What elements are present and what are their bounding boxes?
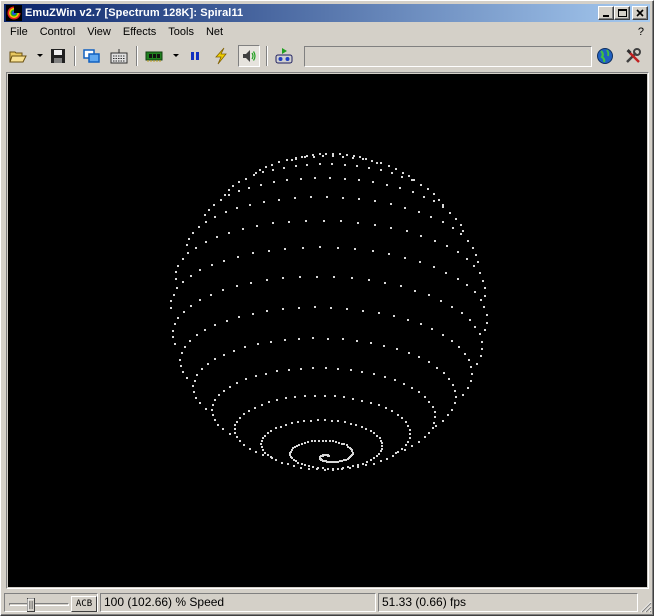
copy-windows-icon (83, 49, 100, 63)
dropdown-arrow-icon (37, 54, 43, 57)
turbo-button[interactable] (210, 45, 232, 67)
resize-grip-icon[interactable] (638, 599, 652, 613)
globe-icon (597, 48, 613, 64)
title-bar[interactable]: EmuZWin v2.7 [Spectrum 128K]: Spiral11 (4, 4, 650, 22)
minimize-icon (603, 15, 609, 17)
close-button[interactable] (632, 6, 648, 20)
spiral-sphere (170, 153, 488, 471)
toolbar-separator (136, 46, 138, 66)
menu-file[interactable]: File (4, 24, 34, 41)
tape-play-button[interactable] (273, 45, 295, 67)
save-disk-icon (51, 49, 65, 63)
acb-button[interactable]: ACB (71, 596, 97, 612)
window-title: EmuZWin v2.7 [Spectrum 128K]: Spiral11 (25, 7, 244, 19)
status-bar: ACB 100 (102.66) % Speed 51.33 (0.66) fp… (4, 592, 652, 613)
menu-view[interactable]: View (81, 24, 117, 41)
network-button[interactable] (594, 45, 616, 67)
close-icon (636, 9, 644, 17)
maximize-button[interactable] (614, 6, 630, 20)
keyboard-button[interactable] (108, 45, 130, 67)
maximize-icon (618, 9, 627, 17)
emuzwin-rainbow-icon[interactable] (6, 5, 22, 21)
pause-button[interactable] (184, 45, 206, 67)
minimize-button[interactable] (598, 6, 614, 20)
menu-help[interactable]: ? (638, 23, 644, 42)
copy-button[interactable] (81, 45, 103, 67)
toolbar-separator (266, 46, 268, 66)
spectrum-display[interactable] (8, 74, 647, 587)
volume-pane: ACB (4, 593, 98, 612)
keyboard-icon (110, 49, 128, 64)
memory-dropdown[interactable] (172, 45, 180, 67)
open-button[interactable] (7, 45, 29, 67)
caption-buttons (598, 6, 648, 20)
toolbar (4, 43, 650, 70)
display-frame (6, 72, 649, 589)
memory-button[interactable] (143, 45, 165, 67)
toolbar-separator (74, 46, 76, 66)
menu-control[interactable]: Control (34, 24, 81, 41)
menu-tools[interactable]: Tools (162, 24, 200, 41)
speaker-icon (243, 50, 256, 62)
tools-icon (626, 48, 641, 63)
settings-button[interactable] (622, 45, 644, 67)
dropdown-arrow-icon (173, 54, 179, 57)
volume-slider-thumb[interactable] (27, 598, 35, 612)
speed-indicator: 100 (102.66) % Speed (100, 593, 376, 612)
menu-effects[interactable]: Effects (117, 24, 162, 41)
open-dropdown[interactable] (36, 45, 44, 67)
menu-net[interactable]: Net (200, 24, 229, 41)
menu-bar: File Control View Effects Tools Net ? (4, 23, 650, 42)
lightning-icon (215, 47, 227, 65)
open-folder-icon (9, 51, 27, 63)
memory-chip-icon (145, 51, 163, 62)
volume-slider-track[interactable] (9, 603, 69, 606)
save-button[interactable] (47, 45, 69, 67)
toolbar-status-field (304, 46, 592, 67)
pause-icon (191, 52, 199, 60)
tape-play-icon (275, 48, 293, 64)
sound-toggle[interactable] (238, 45, 260, 67)
emuzwin-window: EmuZWin v2.7 [Spectrum 128K]: Spiral11 F… (0, 0, 654, 616)
fps-indicator: 51.33 (0.66) fps (378, 593, 638, 612)
